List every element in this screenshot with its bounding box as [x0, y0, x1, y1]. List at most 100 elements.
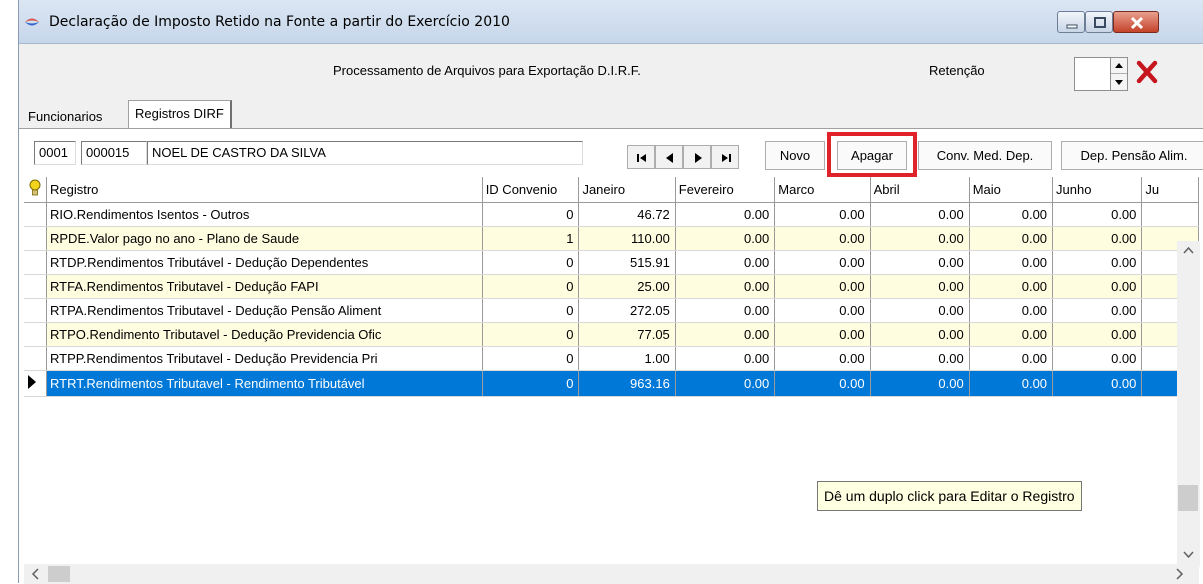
employee-id-field[interactable]: 000015 — [81, 141, 147, 165]
cell-marco[interactable]: 0.00 — [774, 298, 871, 323]
employee-name-field[interactable]: NOEL DE CASTRO DA SILVA — [147, 141, 583, 165]
retention-spinner[interactable] — [1110, 57, 1128, 91]
column-header-julho[interactable]: Ju — [1141, 177, 1199, 203]
cell-junho[interactable]: 0.00 — [1052, 298, 1143, 323]
column-header-marco[interactable]: Marco — [774, 177, 871, 203]
cell-abril[interactable]: 0.00 — [870, 370, 970, 397]
cell-registro[interactable]: RTFA.Rendimentos Tributavel - Dedução FA… — [46, 274, 483, 299]
cell-fevereiro[interactable]: 0.00 — [675, 322, 776, 347]
cell-maio[interactable]: 0.00 — [969, 226, 1054, 251]
cell-janeiro[interactable]: 46.72 — [578, 202, 676, 227]
spin-up-button[interactable] — [1111, 58, 1127, 74]
cell-id-convenio[interactable]: 0 — [482, 298, 580, 323]
cell-registro[interactable]: RPDE.Valor pago no ano - Plano de Saude — [46, 226, 483, 251]
cell-marco[interactable]: 0.00 — [774, 274, 871, 299]
cell-fevereiro[interactable]: 0.00 — [675, 202, 776, 227]
cell-junho[interactable]: 0.00 — [1052, 346, 1143, 371]
cell-junho[interactable]: 0.00 — [1052, 370, 1143, 397]
cell-julho[interactable] — [1141, 202, 1199, 227]
cell-junho[interactable]: 0.00 — [1052, 250, 1143, 275]
cell-fevereiro[interactable]: 0.00 — [675, 250, 776, 275]
cell-janeiro[interactable]: 1.00 — [578, 346, 676, 371]
column-header-registro[interactable]: Registro — [46, 177, 483, 203]
prev-record-button[interactable] — [655, 145, 683, 169]
vertical-scrollbar[interactable] — [1177, 241, 1200, 567]
column-header-maio[interactable]: Maio — [969, 177, 1054, 203]
cell-janeiro[interactable]: 963.16 — [578, 370, 676, 397]
cell-marco[interactable]: 0.00 — [774, 202, 871, 227]
cell-abril[interactable]: 0.00 — [870, 202, 970, 227]
cell-junho[interactable]: 0.00 — [1052, 202, 1143, 227]
cell-id-convenio[interactable]: 0 — [482, 274, 580, 299]
cell-maio[interactable]: 0.00 — [969, 250, 1054, 275]
table-row[interactable]: RTPA.Rendimentos Tributavel - Dedução Pe… — [24, 298, 1199, 323]
table-row[interactable]: RPDE.Valor pago no ano - Plano de Saude … — [24, 226, 1199, 251]
table-row[interactable]: RTPO.Rendimento Tributavel - Dedução Pre… — [24, 322, 1199, 347]
cell-junho[interactable]: 0.00 — [1052, 226, 1143, 251]
cell-abril[interactable]: 0.00 — [870, 250, 970, 275]
cell-registro[interactable]: RTDP.Rendimentos Tributável - Dedução De… — [46, 250, 483, 275]
cell-fevereiro[interactable]: 0.00 — [675, 226, 776, 251]
cell-id-convenio[interactable]: 0 — [482, 346, 580, 371]
spin-down-button[interactable] — [1111, 74, 1127, 90]
tab-registros-dirf[interactable]: Registros DIRF — [128, 100, 232, 128]
first-record-button[interactable] — [627, 145, 655, 169]
cell-junho[interactable]: 0.00 — [1052, 322, 1143, 347]
horizontal-scroll-thumb[interactable] — [48, 566, 70, 582]
cell-abril[interactable]: 0.00 — [870, 298, 970, 323]
cell-junho[interactable]: 0.00 — [1052, 274, 1143, 299]
cell-maio[interactable]: 0.00 — [969, 274, 1054, 299]
cell-fevereiro[interactable]: 0.00 — [675, 370, 776, 397]
records-grid[interactable]: Registro ID Convenio Janeiro Fevereiro M… — [24, 177, 1199, 584]
column-header-id-convenio[interactable]: ID Convenio — [482, 177, 580, 203]
cell-marco[interactable]: 0.00 — [774, 346, 871, 371]
table-row[interactable]: RIO.Rendimentos Isentos - Outros 0 46.72… — [24, 202, 1199, 227]
minimize-button[interactable] — [1057, 11, 1085, 33]
tab-funcionarios[interactable]: Funcionarios — [22, 106, 108, 128]
cell-marco[interactable]: 0.00 — [774, 322, 871, 347]
cell-maio[interactable]: 0.00 — [969, 346, 1054, 371]
column-header-junho[interactable]: Junho — [1052, 177, 1143, 203]
cell-janeiro[interactable]: 272.05 — [578, 298, 676, 323]
horizontal-scrollbar[interactable] — [24, 564, 1199, 584]
table-row[interactable]: RTFA.Rendimentos Tributavel - Dedução FA… — [24, 274, 1199, 299]
company-code-field[interactable]: 0001 — [34, 141, 76, 165]
conv-med-dep-button[interactable]: Conv. Med. Dep. — [918, 141, 1052, 170]
cell-id-convenio[interactable]: 0 — [482, 202, 580, 227]
cancel-button[interactable] — [1132, 57, 1162, 87]
table-row[interactable]: RTPP.Rendimentos Tributavel - Dedução Pr… — [24, 346, 1199, 371]
vertical-scroll-thumb[interactable] — [1178, 485, 1198, 511]
cell-janeiro[interactable]: 25.00 — [578, 274, 676, 299]
cell-maio[interactable]: 0.00 — [969, 202, 1054, 227]
cell-registro[interactable]: RIO.Rendimentos Isentos - Outros — [46, 202, 483, 227]
table-row-selected[interactable]: RTRT.Rendimentos Tributavel - Rendimento… — [24, 370, 1199, 397]
cell-abril[interactable]: 0.00 — [870, 346, 970, 371]
retention-input[interactable] — [1074, 57, 1110, 91]
cell-abril[interactable]: 0.00 — [870, 274, 970, 299]
cell-maio[interactable]: 0.00 — [969, 298, 1054, 323]
title-bar[interactable]: Declaração de Imposto Retido na Fonte a … — [19, 0, 1203, 44]
dep-pensao-button[interactable]: Dep. Pensão Alim. — [1061, 141, 1203, 170]
table-row[interactable]: RTDP.Rendimentos Tributável - Dedução De… — [24, 250, 1199, 275]
cell-registro[interactable]: RTRT.Rendimentos Tributavel - Rendimento… — [46, 370, 483, 397]
cell-registro[interactable]: RTPO.Rendimento Tributavel - Dedução Pre… — [46, 322, 483, 347]
cell-maio[interactable]: 0.00 — [969, 370, 1054, 397]
cell-abril[interactable]: 0.00 — [870, 322, 970, 347]
cell-fevereiro[interactable]: 0.00 — [675, 274, 776, 299]
cell-marco[interactable]: 0.00 — [774, 250, 871, 275]
cell-id-convenio[interactable]: 0 — [482, 322, 580, 347]
cell-janeiro[interactable]: 110.00 — [578, 226, 676, 251]
column-header-abril[interactable]: Abril — [870, 177, 970, 203]
close-window-button[interactable] — [1113, 11, 1159, 33]
last-record-button[interactable] — [711, 145, 739, 169]
cell-marco[interactable]: 0.00 — [774, 370, 871, 397]
cell-registro[interactable]: RTPA.Rendimentos Tributavel - Dedução Pe… — [46, 298, 483, 323]
next-record-button[interactable] — [683, 145, 711, 169]
cell-abril[interactable]: 0.00 — [870, 226, 970, 251]
cell-id-convenio[interactable]: 0 — [482, 370, 580, 397]
cell-fevereiro[interactable]: 0.00 — [675, 346, 776, 371]
cell-fevereiro[interactable]: 0.00 — [675, 298, 776, 323]
column-header-janeiro[interactable]: Janeiro — [578, 177, 676, 203]
column-header-fevereiro[interactable]: Fevereiro — [675, 177, 776, 203]
cell-janeiro[interactable]: 515.91 — [578, 250, 676, 275]
